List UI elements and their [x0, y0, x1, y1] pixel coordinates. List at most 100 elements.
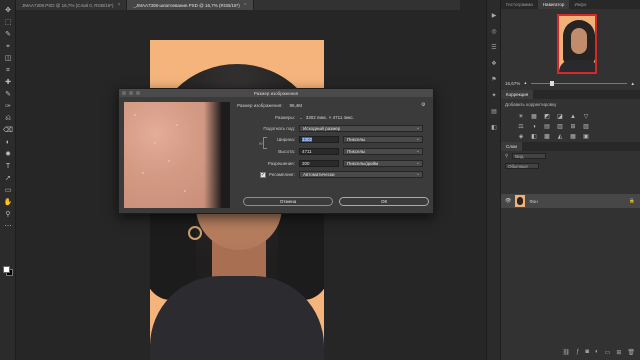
crop-tool-icon[interactable]: ◫ [3, 54, 13, 64]
properties-icon[interactable]: ☰ [490, 44, 498, 52]
quick-select-tool-icon[interactable]: ⌖ [3, 42, 13, 52]
brightness-icon[interactable]: ☀ [517, 114, 525, 121]
healing-brush-tool-icon[interactable]: ✎ [3, 90, 13, 100]
tab-info[interactable]: Инфо [569, 0, 591, 9]
photo-filter-icon[interactable]: ▤ [543, 124, 551, 131]
color-balance-icon[interactable]: ⚖ [517, 124, 525, 131]
right-panels: Гистограмма Навигатор Инфо 16,67% ▴ ▲ Ко… [500, 0, 640, 360]
adjustment-layer-icon[interactable]: ◐ [595, 349, 599, 356]
chevron-down-icon[interactable]: ⌄ [299, 115, 303, 121]
tab-document-2[interactable]: _JMAA7308-шпатлевание.PSD @ 16,7% (RGB/1… [127, 0, 254, 10]
type-tool-icon[interactable]: T [3, 162, 13, 172]
panel-icons-column: ▶ ◎ ☰ ❖ ⚑ ✦ ▤ ◧ [486, 0, 500, 360]
zoom-out-icon[interactable]: ▴ [524, 80, 526, 86]
layer-kind-select[interactable]: Вид [512, 153, 547, 159]
solid-color-icon[interactable]: ▣ [582, 134, 590, 141]
clone-stamp-tool-icon[interactable]: ⎌ [3, 114, 13, 124]
ok-button[interactable]: ОК [339, 197, 429, 206]
target-icon[interactable]: ◎ [490, 28, 498, 36]
resample-select[interactable]: Автоматически [299, 171, 423, 178]
image-size-dialog: Размер изображения ⚙ Размер изображения:… [118, 88, 434, 214]
image-size-row: Размер изображения: 95,4М [237, 103, 303, 108]
frame-tool-icon[interactable]: ⌗ [3, 66, 13, 76]
gradient-tool-icon[interactable]: ◐ [3, 138, 13, 148]
zoom-in-icon[interactable]: ▲ [631, 81, 635, 86]
height-field[interactable]: 4711 [299, 148, 339, 155]
adjustments-panel: Коррекция Добавить корректировку ☀ ▦ ◩ ◪… [501, 90, 640, 141]
layers-panel: Слои ⚲ Вид Обычные 👁 Фон 🔒 ⛓ ƒ ◙ ◐ ▭ ⊞ 🗑 [501, 142, 640, 360]
flag-icon[interactable]: ⚑ [490, 76, 498, 84]
resolution-row: Разрешение: 300 Пикселы/дюйм [237, 160, 423, 167]
foreground-color-swatch[interactable] [3, 266, 10, 273]
exposure-icon[interactable]: ◪ [556, 114, 564, 121]
black-white-icon[interactable]: ◑ [530, 124, 538, 131]
gear-icon[interactable]: ⚙ [421, 102, 425, 108]
invert-icon[interactable]: ▨ [582, 124, 590, 131]
move-tool-icon[interactable]: ✥ [3, 6, 13, 16]
rectangle-tool-icon[interactable]: ▭ [3, 186, 13, 196]
dialog-titlebar[interactable]: Размер изображения [119, 89, 433, 97]
resolution-unit-select[interactable]: Пикселы/дюйм [343, 160, 423, 167]
gradient-map-icon[interactable]: ▩ [543, 134, 551, 141]
width-unit-select[interactable]: Пикселы [343, 136, 423, 143]
mask-icon[interactable]: ◙ [585, 349, 589, 356]
curves-icon[interactable]: ◩ [543, 114, 551, 121]
path-select-tool-icon[interactable]: ➚ [3, 174, 13, 184]
paragraph-icon[interactable]: ▤ [490, 108, 498, 116]
color-lookup-icon[interactable]: ⊞ [569, 124, 577, 131]
lasso-tool-icon[interactable]: ✎ [3, 30, 13, 40]
threshold-icon[interactable]: ◧ [530, 134, 538, 141]
navigator-thumbnail[interactable] [557, 14, 597, 74]
tab-histogram[interactable]: Гистограмма [501, 0, 538, 9]
fx-icon[interactable]: ƒ [576, 349, 579, 356]
close-icon[interactable]: × [244, 2, 247, 8]
folder-icon[interactable]: ▭ [605, 349, 611, 356]
dodge-tool-icon[interactable]: ✹ [3, 150, 13, 160]
lock-icon[interactable]: 🔒 [629, 198, 635, 204]
search-icon[interactable]: ⚲ [505, 153, 508, 159]
zoom-tool-icon[interactable]: ⚲ [3, 210, 13, 220]
more-tools-icon[interactable]: ⋯ [3, 222, 13, 232]
channel-mixer-icon[interactable]: ▥ [556, 124, 564, 131]
zoom-value[interactable]: 16,67% [505, 81, 520, 86]
hand-tool-icon[interactable]: ✋ [3, 198, 13, 208]
posterize-icon[interactable]: ◈ [517, 134, 525, 141]
brush-settings-icon[interactable]: ✦ [490, 92, 498, 100]
new-layer-icon[interactable]: ⊞ [616, 349, 621, 356]
selective-color-icon[interactable]: ◭ [556, 134, 564, 141]
cancel-button[interactable]: Отмена [243, 197, 333, 206]
zoom-slider[interactable] [530, 80, 627, 86]
levels-icon[interactable]: ▦ [530, 114, 538, 121]
resample-checkbox[interactable]: ✓ [259, 171, 266, 178]
layers-footer: ⛓ ƒ ◙ ◐ ▭ ⊞ 🗑 [501, 349, 640, 356]
tab-navigator[interactable]: Навигатор [537, 0, 570, 9]
blend-mode-select[interactable]: Обычные [505, 163, 539, 169]
close-window-icon[interactable] [122, 91, 126, 95]
height-unit-select[interactable]: Пикселы [343, 148, 423, 155]
resolution-field[interactable]: 300 [299, 160, 339, 167]
adjustments-hint: Добавить корректировку [505, 102, 557, 107]
libraries-icon[interactable]: ❖ [490, 60, 498, 68]
tab-layers[interactable]: Слои [501, 142, 522, 151]
hue-icon[interactable]: ▽ [582, 114, 590, 121]
marquee-tool-icon[interactable]: ⬚ [3, 18, 13, 28]
vibrance-icon[interactable]: ▲ [569, 114, 577, 121]
zoom-window-icon[interactable] [136, 91, 140, 95]
eye-icon[interactable]: 👁 [505, 198, 511, 204]
tab-document-1[interactable]: JMAA7308.PSD @ 16,7% (Слой 0, RGB/16*) × [16, 0, 128, 10]
channels-icon[interactable]: ◧ [490, 124, 498, 132]
link-layers-icon[interactable]: ⛓ [562, 349, 570, 356]
eraser-tool-icon[interactable]: ⌫ [3, 126, 13, 136]
play-icon[interactable]: ▶ [490, 12, 498, 20]
brush-tool-icon[interactable]: ✑ [3, 102, 13, 112]
eyedropper-tool-icon[interactable]: ✚ [3, 78, 13, 88]
image-preview[interactable] [124, 102, 230, 208]
fit-to-select[interactable]: Исходный размер [299, 125, 423, 132]
width-field[interactable]: 3302 [299, 136, 339, 143]
pattern-icon[interactable]: ▦ [569, 134, 577, 141]
layer-row[interactable]: 👁 Фон 🔒 [501, 194, 640, 208]
tab-adjustments[interactable]: Коррекция [501, 90, 534, 99]
trash-icon[interactable]: 🗑 [627, 349, 635, 356]
close-icon[interactable]: × [118, 2, 121, 8]
minimize-window-icon[interactable] [129, 91, 133, 95]
